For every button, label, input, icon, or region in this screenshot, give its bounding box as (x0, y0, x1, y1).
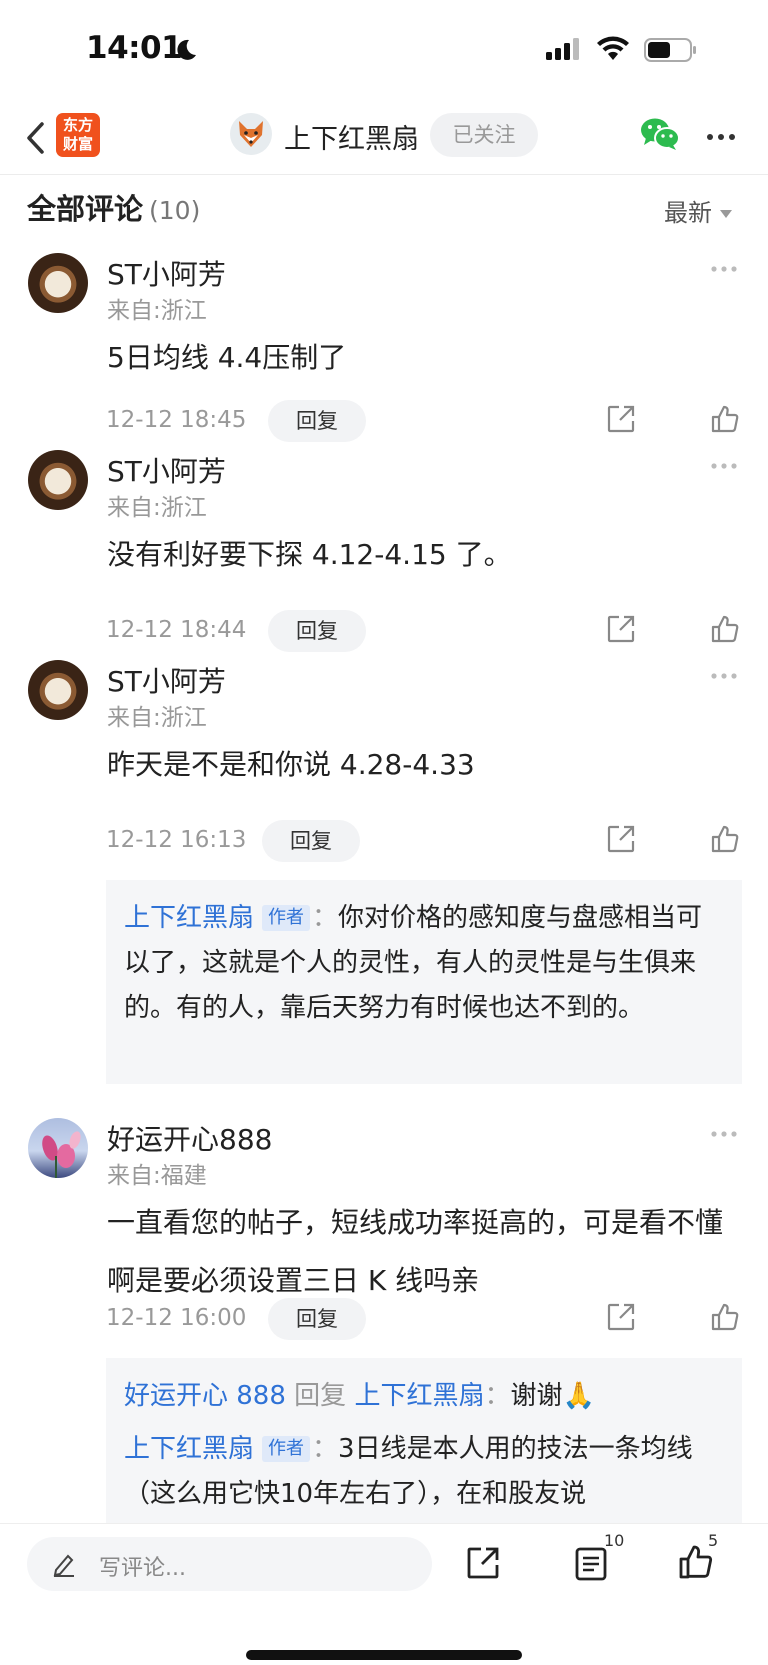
like-icon[interactable] (710, 404, 740, 434)
comments-count-badge: 10 (604, 1531, 625, 1550)
input-placeholder: 写评论... (99, 1556, 186, 1581)
comment-input[interactable]: 写评论... (27, 1537, 432, 1591)
author-name[interactable]: 上下红黑扇 (284, 117, 419, 156)
wechat-icon[interactable] (640, 116, 680, 152)
wifi-icon (597, 36, 629, 60)
status-time: 14:01 (86, 30, 183, 66)
share-icon[interactable] (466, 1546, 500, 1580)
comment-text: 5日均线 4.4压制了 (107, 341, 347, 374)
home-indicator (246, 1650, 522, 1660)
pencil-icon (53, 1554, 74, 1577)
reply-text: 谢谢🙏 (510, 1381, 595, 1411)
more-icon[interactable] (710, 265, 738, 273)
user-location: 来自:浙江 (107, 705, 207, 731)
sort-select[interactable]: 最新 (664, 193, 732, 228)
reply-author-name[interactable]: 上下红黑扇 (124, 1434, 254, 1464)
comments-icon[interactable] (574, 1546, 608, 1582)
comments-header: 全部评论 (10) (27, 186, 200, 228)
user-location: 来自:福建 (107, 1163, 207, 1189)
like-icon[interactable] (710, 824, 740, 854)
nav-bar: 东方财富 上下红黑扇 已关注 (0, 100, 768, 175)
comment-text: 一直看您的帖子，短线成功率挺高的，可是看不懂啊是要必须设置三日 K 线吗亲 (107, 1206, 724, 1297)
follow-button[interactable]: 已关注 (430, 113, 538, 157)
reply-box: 好运开心 888 回复 上下红黑扇：谢谢🙏 上下红黑扇 作者 ：3日线是本人用的技法… (106, 1358, 742, 1528)
reply-button[interactable]: 回复 (262, 820, 360, 862)
share-icon[interactable] (606, 404, 636, 434)
share-icon[interactable] (606, 824, 636, 854)
reply-target-name[interactable]: 上下红黑扇 (354, 1381, 484, 1411)
reply-button[interactable]: 回复 (268, 610, 366, 652)
moon-icon (177, 39, 196, 60)
reply-button[interactable]: 回复 (268, 1298, 366, 1340)
back-icon[interactable] (22, 118, 50, 158)
reply-box: 上下红黑扇 作者 ：你对价格的感知度与盘感相当可以了，这就是个人的灵性，有人的灵性是… (106, 880, 742, 1084)
comment-text: 昨天是不是和你说 4.28-4.33 (107, 748, 475, 781)
more-icon[interactable] (710, 462, 738, 470)
comments-title: 全部评论 (27, 192, 144, 226)
avatar[interactable] (28, 660, 88, 720)
user-name[interactable]: 好运开心888 (107, 1118, 272, 1158)
user-location: 来自:浙江 (107, 298, 207, 324)
comment-meta: 12-12 18:45 回复 (0, 400, 768, 442)
avatar[interactable] (28, 450, 88, 510)
comment-meta: 12-12 18:44 回复 (0, 610, 768, 652)
author-badge: 作者 (262, 905, 311, 931)
reply-button[interactable]: 回复 (268, 400, 366, 442)
share-icon[interactable] (606, 1302, 636, 1332)
signal-icon (546, 38, 579, 60)
like-icon[interactable] (710, 1302, 740, 1332)
bottom-bar: 写评论... 10 5 (0, 1523, 768, 1665)
reply-item[interactable]: 上下红黑扇 作者 ：3日线是本人用的技法一条均线（这么用它快10年左右了），在和股友… (124, 1427, 724, 1517)
comment-meta: 12-12 16:00 回复 (0, 1298, 768, 1340)
user-name[interactable]: ST小阿芳 (107, 660, 226, 700)
user-name[interactable]: ST小阿芳 (107, 450, 226, 490)
author-avatar[interactable] (230, 113, 272, 155)
sort-label: 最新 (664, 199, 712, 227)
user-location: 来自:浙江 (107, 495, 207, 521)
reply-author-name[interactable]: 上下红黑扇 (124, 903, 254, 933)
comment-time: 12-12 16:00 (106, 1305, 247, 1331)
reply-author-name[interactable]: 好运开心 888 (124, 1381, 286, 1411)
like-icon[interactable] (710, 614, 740, 644)
avatar[interactable] (28, 253, 88, 313)
likes-count-badge: 5 (708, 1531, 719, 1550)
caret-down-icon (720, 210, 732, 218)
comment-time: 12-12 16:13 (106, 827, 247, 853)
comment-time: 12-12 18:45 (106, 407, 247, 433)
reply-item[interactable]: 上下红黑扇 作者 ：你对价格的感知度与盘感相当可以了，这就是个人的灵性，有人的灵性是… (124, 896, 724, 1031)
comment-meta: 12-12 16:13 回复 (0, 820, 768, 862)
comment-text: 没有利好要下探 4.12-4.15 了。 (107, 538, 512, 571)
comment-time: 12-12 18:44 (106, 617, 247, 643)
app-logo[interactable]: 东方财富 (56, 113, 100, 157)
author-badge: 作者 (262, 1436, 311, 1462)
more-icon[interactable] (706, 133, 736, 141)
user-name[interactable]: ST小阿芳 (107, 253, 226, 293)
avatar[interactable] (28, 1118, 88, 1178)
more-icon[interactable] (710, 1130, 738, 1138)
comments-count: (10) (149, 196, 201, 225)
more-icon[interactable] (710, 672, 738, 680)
share-icon[interactable] (606, 614, 636, 644)
reply-verb: 回复 (294, 1381, 347, 1411)
reply-item[interactable]: 好运开心 888 回复 上下红黑扇：谢谢🙏 (124, 1374, 724, 1419)
status-bar: 14:01 (0, 0, 768, 100)
battery-icon (644, 38, 696, 62)
